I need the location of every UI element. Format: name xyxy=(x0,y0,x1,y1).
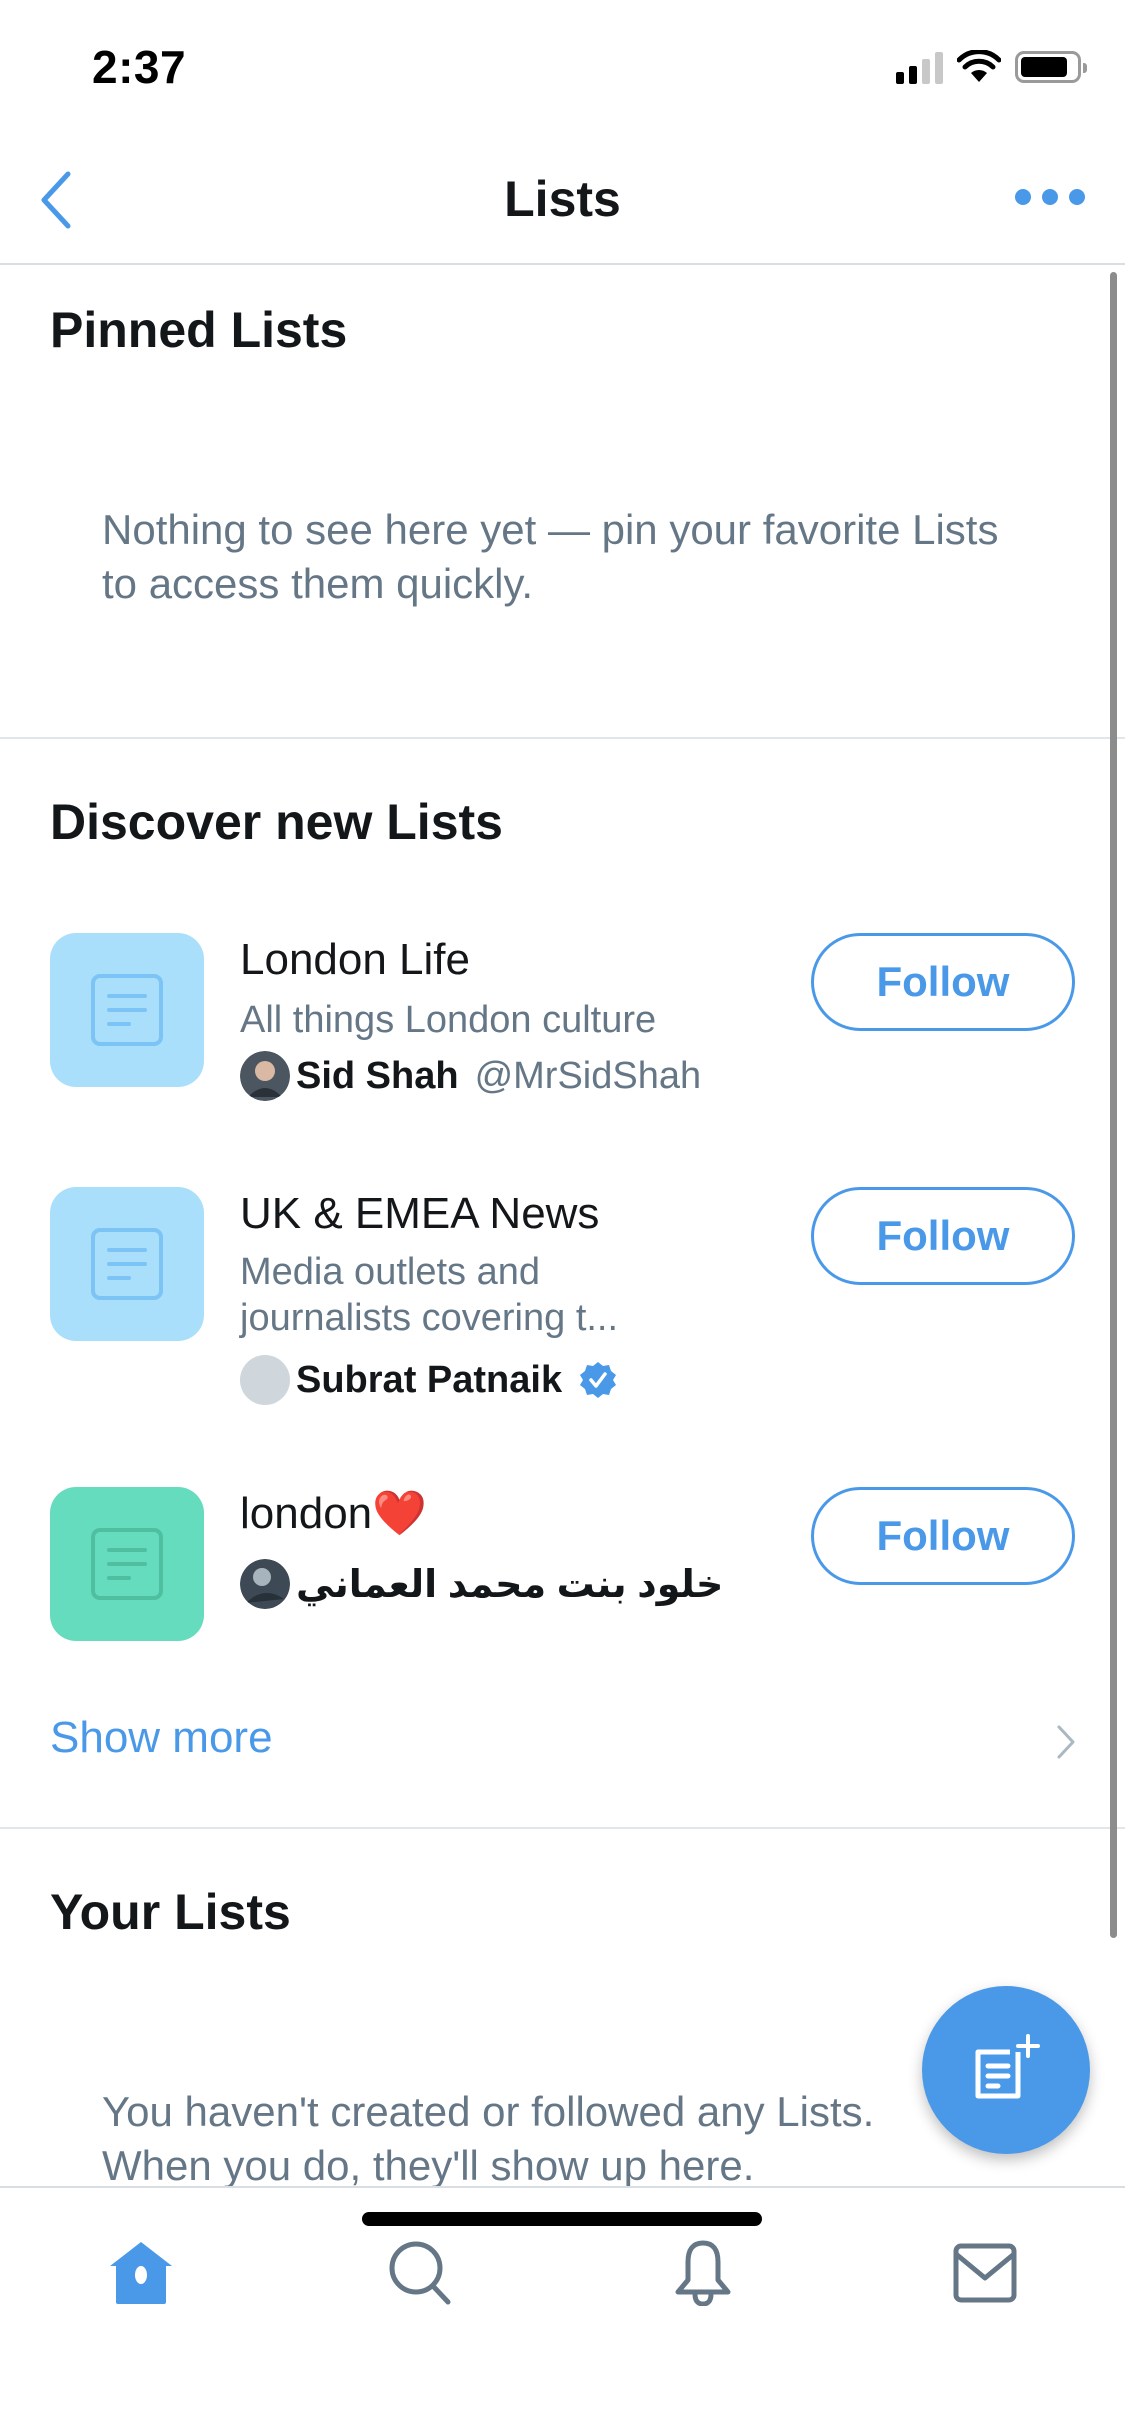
owner-name: Subrat Patnaik xyxy=(296,1358,563,1401)
create-list-button[interactable] xyxy=(922,1986,1090,2154)
tab-search[interactable] xyxy=(376,2228,466,2318)
more-dot xyxy=(1042,189,1058,205)
scrollbar[interactable] xyxy=(1110,272,1117,1938)
home-indicator[interactable] xyxy=(362,2212,762,2226)
cellular-signal-icon xyxy=(896,50,943,84)
page-title: Lists xyxy=(504,171,621,227)
show-more-button[interactable]: Show more xyxy=(0,1687,1125,1797)
verified-badge-icon xyxy=(580,1362,617,1398)
tab-messages[interactable] xyxy=(940,2228,1030,2318)
follow-button[interactable]: Follow xyxy=(811,1487,1075,1585)
tab-notifications[interactable] xyxy=(658,2228,748,2318)
new-list-icon xyxy=(975,2034,1040,2099)
avatar xyxy=(240,1559,290,1609)
list-thumbnail xyxy=(50,1487,204,1641)
list-item[interactable]: UK & EMEA News Media outlets and journal… xyxy=(0,1187,1125,1467)
pinned-lists-heading: Pinned Lists xyxy=(50,302,348,358)
nav-bar: Lists xyxy=(0,132,1125,265)
your-lists-empty-text: You haven't created or followed any List… xyxy=(102,2088,875,2187)
battery-icon xyxy=(1015,51,1087,83)
list-icon xyxy=(91,974,163,1046)
list-owner: خلود بنت محمد العماني xyxy=(240,1559,723,1609)
more-horizontal-icon xyxy=(1015,189,1031,205)
list-description: All things London culture xyxy=(240,999,657,1041)
home-icon xyxy=(110,2242,172,2304)
status-bar: 2:37 xyxy=(0,0,1125,132)
chevron-right-icon xyxy=(1057,1725,1075,1759)
list-item[interactable]: london❤️ خلود بنت محمد العماني Follow xyxy=(0,1487,1125,1647)
list-name: UK & EMEA News xyxy=(240,1189,600,1238)
pinned-empty-text: Nothing to see here yet — pin your favor… xyxy=(102,506,999,607)
show-more-label: Show more xyxy=(50,1713,273,1762)
owner-name: خلود بنت محمد العماني xyxy=(296,1563,724,1606)
more-options-button[interactable] xyxy=(1015,182,1085,212)
follow-button[interactable]: Follow xyxy=(811,1187,1075,1285)
status-icons xyxy=(896,50,1087,84)
bell-icon xyxy=(675,2240,731,2306)
mail-icon xyxy=(953,2243,1017,2303)
lists-content: Pinned Lists Nothing to see here yet — p… xyxy=(0,267,1125,2187)
avatar xyxy=(240,1051,290,1101)
section-divider xyxy=(0,737,1125,739)
tab-home[interactable] xyxy=(96,2228,186,2318)
wifi-icon xyxy=(957,50,1001,82)
discover-lists-heading: Discover new Lists xyxy=(50,794,503,850)
follow-button[interactable]: Follow xyxy=(811,933,1075,1031)
section-divider xyxy=(0,1827,1125,1829)
owner-handle: @MrSidShah xyxy=(474,1054,702,1097)
search-icon xyxy=(389,2241,451,2305)
list-description: Media outlets and journalists covering t… xyxy=(240,1251,619,1339)
status-time: 2:37 xyxy=(92,41,187,93)
list-owner: Subrat Patnaik xyxy=(240,1355,618,1405)
list-thumbnail xyxy=(50,1187,204,1341)
list-name: London Life xyxy=(240,935,470,984)
list-icon xyxy=(91,1528,163,1600)
list-name: london❤️ xyxy=(240,1489,427,1538)
list-owner: Sid Shah @MrSidShah xyxy=(240,1051,701,1101)
list-item[interactable]: London Life All things London culture Si… xyxy=(0,933,1125,1163)
avatar xyxy=(240,1355,290,1405)
list-icon xyxy=(91,1228,163,1300)
tab-bar xyxy=(0,2186,1125,2436)
list-thumbnail xyxy=(50,933,204,1087)
owner-name: Sid Shah xyxy=(296,1054,459,1097)
more-dot xyxy=(1069,189,1085,205)
your-lists-heading: Your Lists xyxy=(50,1884,291,1940)
